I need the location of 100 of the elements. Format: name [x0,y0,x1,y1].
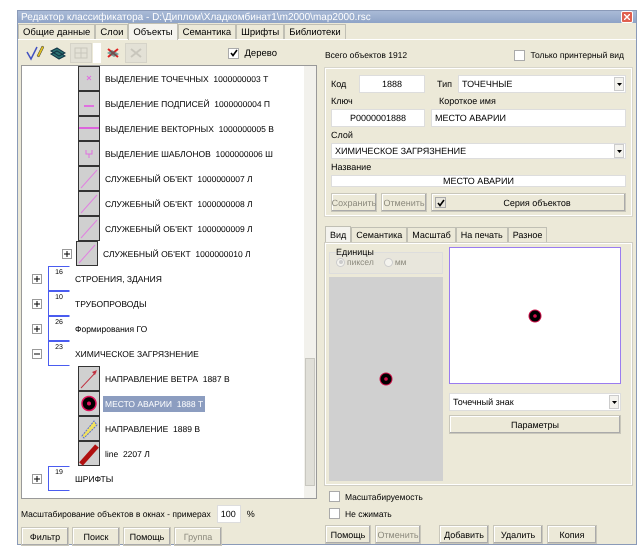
checkbox[interactable] [514,50,526,60]
tab[interactable]: Масштаб [407,227,456,242]
plus-icon [34,276,40,282]
field-label: Слой [331,130,354,140]
plus-icon [34,326,40,332]
label-mark-icon [78,91,100,116]
expand-toggle[interactable] [32,348,42,358]
layer-select[interactable]: ХИМИЧЕСКОЕ ЗАГРЯЗНЕНИЕ [331,143,626,159]
tree-item[interactable]: ВЫДЕЛЕНИЕ ВЕКТОРНЫХ 1000000005 В [103,120,276,136]
field-label: Код [331,79,348,89]
scrollbar[interactable] [304,66,316,498]
minus-icon [34,350,40,356]
tab[interactable]: На печать [456,227,508,242]
tab[interactable]: Шрифты [236,24,284,39]
tree-item[interactable]: ВЫДЕЛЕНИЕ ПОДПИСЕЙ 1000000004 П [103,96,272,112]
grid-icon [73,46,89,60]
field-label: Тип [437,79,452,89]
code-field[interactable]: 1888 [359,75,425,93]
toolbar-separator [93,43,101,63]
plus-icon [64,250,70,256]
expand-toggle[interactable] [32,298,42,308]
disc-icon [528,308,542,322]
short-name-field[interactable]: МЕСТО АВАРИИ [431,109,626,127]
line-mark-icon [78,116,100,141]
checkbox-label: Не сжимать [345,508,392,518]
expand-toggle[interactable] [32,274,42,284]
tree-item[interactable]: line 2207 Л [103,446,152,462]
scale-field[interactable]: 100 [216,505,241,523]
checkbox[interactable] [329,491,340,502]
delete-icon [128,46,144,60]
template-mark-icon [78,141,100,166]
tree-item[interactable]: СЛУЖЕБНЫЙ ОБ'ЕКТ 1000000009 Л [103,220,255,236]
button[interactable]: Помощь [123,527,171,546]
tree-item[interactable]: СЛУЖЕБНЫЙ ОБ'ЕКТ 1000000010 Л [101,246,253,262]
scale-label: Масштабирование объектов в окнах - примерах [21,509,211,519]
button[interactable]: Параметры [449,415,621,434]
tree-item[interactable]: ШРИФТЫ [73,470,116,486]
field-label: Название [331,162,372,172]
delete-icon [105,46,121,60]
name-field[interactable]: МЕСТО АВАРИИ [331,175,626,187]
button[interactable]: Фильтр [21,527,69,546]
plus-icon [34,476,40,482]
dropdown-caret-icon [612,400,616,404]
button[interactable]: Удалить [493,525,543,544]
cross-mark-icon [78,66,100,91]
tab[interactable]: Объекты [128,23,178,40]
percent-sign: % [246,509,255,519]
check-icon [230,49,238,57]
checkbox-label: Только принтерный вид [530,50,624,60]
toolbar-button[interactable] [24,43,46,63]
layers-icon [50,46,66,60]
close-button[interactable] [621,11,633,23]
button[interactable]: Поиск [72,527,120,546]
checkbox-label: Масштабируемость [345,492,423,502]
tree-item[interactable]: ВЫДЕЛЕНИЕ ТОЧЕЧНЫХ 1000000003 Т [103,70,270,86]
tab[interactable]: Разное [508,227,548,242]
expand-toggle[interactable] [32,474,42,484]
tree-item[interactable]: СЛУЖЕБНЫЙ ОБ'ЕКТ 1000000007 Л [103,170,255,186]
disc-icon [379,372,393,386]
tree-item[interactable]: СТРОЕНИЯ, ЗДАНИЯ [73,270,164,286]
dropdown-caret-icon [616,82,622,86]
field-label: Ключ [331,96,354,106]
tab[interactable]: Слои [95,24,128,39]
tab[interactable]: Семантика [351,227,408,242]
button[interactable]: Помощь [325,525,371,544]
check-icon [436,198,444,206]
button[interactable]: Добавить [439,525,489,544]
button[interactable]: Копия [547,525,597,544]
total-count: Всего объектов 1912 [325,50,408,60]
radio-label: пиксел [347,257,374,267]
plus-icon [34,300,40,306]
tab[interactable]: Общие данные [18,24,96,39]
radio-label: мм [394,257,407,267]
close-icon [624,14,630,20]
expand-toggle[interactable] [32,324,42,334]
checkbox[interactable] [329,508,340,519]
checkbox-label: Дерево [244,48,277,58]
tab[interactable]: Библиотеки [284,24,346,39]
key-field[interactable]: P0000001888 [331,109,425,127]
tree-item[interactable]: НАПРАВЛЕНИЕ ВЕТРА 1887 В [103,370,232,386]
expand-toggle[interactable] [62,248,72,258]
pen-check-icon [26,45,44,61]
tab[interactable]: Семантика [178,24,236,39]
checkbox[interactable] [228,48,240,58]
bar-icon [78,441,100,466]
series-button[interactable]: Серия объектов [431,193,626,212]
tree-item[interactable]: НАПРАВЛЕНИЕ 1889 В [103,420,202,436]
tree-item[interactable]: СЛУЖЕБНЫЙ ОБ'ЕКТ 1000000008 Л [103,196,255,212]
tree-item[interactable]: Формирования ГО [73,320,150,336]
window-title: Редактор классификатора - D:\Диплом\Хладкомбинат1\m2000\map2000.rsc [21,12,371,22]
tree-item[interactable]: ВЫДЕЛЕНИЕ ШАБЛОНОВ 1000000006 Ш [103,146,275,162]
type-select[interactable]: ТОЧЕЧНЫЕ [458,75,626,93]
dropdown-caret-icon [616,150,622,152]
sign-type-select[interactable]: Точечный знак [449,393,621,411]
units-group: Единицы пиксел мм [329,247,443,274]
fan-icon [78,416,100,441]
tree-item[interactable]: ТРУБОПРОВОДЫ [73,296,148,312]
tree-item[interactable]: ХИМИЧЕСКОЕ ЗАГРЯЗНЕНИЕ [73,346,201,362]
field-label: Короткое имя [439,96,496,106]
tab[interactable]: Вид [325,226,352,243]
